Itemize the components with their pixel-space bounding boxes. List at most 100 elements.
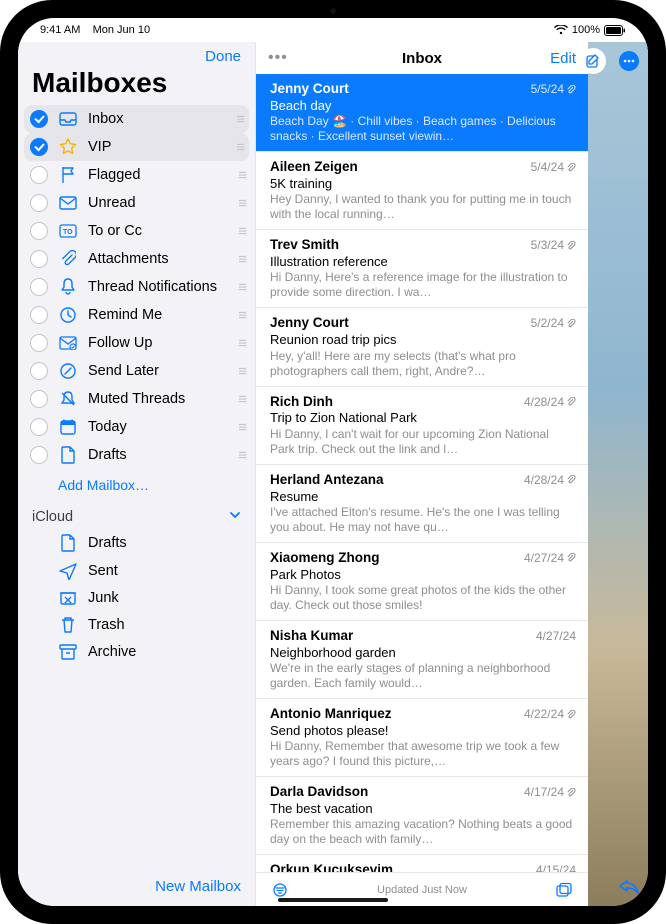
reorder-icon[interactable]: ≡	[238, 223, 245, 240]
mailbox-label: Remind Me	[88, 307, 228, 323]
checkbox-icon[interactable]	[30, 278, 48, 296]
message-from: Jenny Court	[270, 81, 349, 98]
filter-icon[interactable]	[270, 883, 290, 897]
message-item[interactable]: Xiaomeng Zhong4/27/24 Park PhotosHi Dann…	[256, 543, 588, 621]
remind-icon	[58, 306, 78, 324]
account-item-label: Junk	[88, 590, 245, 606]
mailbox-label: Attachments	[88, 251, 228, 267]
account-item-archive[interactable]: Archive	[18, 639, 255, 665]
mailbox-item-unread[interactable]: Unread≡	[18, 189, 255, 217]
mailbox-item-vip[interactable]: VIP≡	[24, 133, 249, 161]
compose-button[interactable]	[580, 48, 606, 74]
checkbox-icon[interactable]	[30, 250, 48, 268]
account-item-drafts2[interactable]: Drafts	[18, 529, 255, 557]
later-icon	[58, 362, 78, 380]
message-item[interactable]: Aileen Zeigen5/4/24 5K trainingHey Danny…	[256, 152, 588, 230]
checkbox-icon[interactable]	[30, 334, 48, 352]
reorder-icon[interactable]: ≡	[238, 335, 245, 352]
mailbox-item-later[interactable]: Send Later≡	[18, 357, 255, 385]
status-time: 9:41 AM	[40, 24, 80, 36]
message-list[interactable]: Jenny Court5/5/24 Beach dayBeach Day 🏖️ …	[256, 74, 588, 872]
checkbox-icon[interactable]	[30, 222, 48, 240]
mailbox-item-drafts[interactable]: Drafts≡	[18, 441, 255, 469]
checkbox-icon[interactable]	[30, 418, 48, 436]
battery-pct: 100%	[572, 24, 600, 36]
reorder-icon[interactable]: ≡	[238, 447, 245, 464]
account-item-sent[interactable]: Sent	[18, 557, 255, 585]
mailbox-item-attach[interactable]: Attachments ≡	[18, 245, 255, 273]
reorder-icon[interactable]: ≡	[238, 251, 245, 268]
message-item[interactable]: Herland Antezana4/28/24 ResumeI've attac…	[256, 465, 588, 543]
reorder-icon[interactable]: ≡	[238, 391, 245, 408]
follow-icon	[58, 336, 78, 350]
home-indicator[interactable]	[278, 898, 388, 902]
new-mailbox-button[interactable]: New Mailbox	[155, 878, 241, 895]
message-from: Aileen Zeigen	[270, 159, 358, 176]
message-subject: Beach day	[270, 98, 576, 114]
message-date: 4/15/24	[536, 863, 576, 872]
message-from: Darla Davidson	[270, 784, 368, 801]
ellipsis-circle-icon[interactable]	[616, 48, 642, 74]
account-item-junk[interactable]: Junk	[18, 585, 255, 611]
mailbox-item-follow[interactable]: Follow Up ≡	[18, 329, 255, 357]
message-item[interactable]: Nisha Kumar4/27/24Neighborhood gardenWe'…	[256, 621, 588, 699]
reorder-icon[interactable]: ≡	[238, 307, 245, 324]
mailbox-item-flagged[interactable]: Flagged≡	[18, 161, 255, 189]
add-mailbox-button[interactable]: Add Mailbox…	[18, 469, 255, 505]
more-icon[interactable]: •••	[268, 49, 288, 67]
mailbox-label: Inbox	[88, 111, 226, 127]
account-item-label: Trash	[88, 617, 245, 633]
message-preview-strip	[588, 42, 648, 906]
message-item[interactable]: Darla Davidson4/17/24 The best vacationR…	[256, 777, 588, 855]
mailbox-item-remind[interactable]: Remind Me ≡	[18, 301, 255, 329]
reorder-icon[interactable]: ≡	[238, 419, 245, 436]
account-header[interactable]: iCloud	[18, 505, 255, 529]
reorder-icon[interactable]: ≡	[238, 195, 245, 212]
mailbox-item-inbox[interactable]: Inbox ≡	[24, 105, 249, 133]
checkbox-icon[interactable]	[30, 306, 48, 324]
message-subject: The best vacation	[270, 801, 576, 817]
message-from: Herland Antezana	[270, 472, 384, 489]
checkbox-icon[interactable]	[30, 110, 48, 128]
account-item-trash[interactable]: Trash	[18, 611, 255, 639]
reorder-icon[interactable]: ≡	[238, 363, 245, 380]
battery-icon	[604, 25, 626, 36]
message-subject: Neighborhood garden	[270, 645, 576, 661]
message-date: 4/28/24	[524, 473, 576, 488]
message-item[interactable]: Trev Smith5/3/24 Illustration referenceH…	[256, 230, 588, 308]
reorder-icon[interactable]: ≡	[236, 139, 243, 156]
mailbox-item-tocc[interactable]: TOTo or Cc≡	[18, 217, 255, 245]
sidebar-title: Mailboxes	[18, 65, 255, 105]
mailbox-item-thread[interactable]: Thread Notifications≡	[18, 273, 255, 301]
checkbox-icon[interactable]	[30, 390, 48, 408]
checkbox-icon[interactable]	[30, 138, 48, 156]
updated-label: Updated Just Now	[290, 884, 554, 896]
checkbox-icon[interactable]	[30, 166, 48, 184]
attach-icon	[58, 250, 78, 268]
reorder-icon[interactable]: ≡	[236, 111, 243, 128]
message-item[interactable]: Rich Dinh4/28/24 Trip to Zion National P…	[256, 387, 588, 465]
message-subject: Illustration reference	[270, 254, 576, 270]
checkbox-icon[interactable]	[30, 194, 48, 212]
message-item[interactable]: Jenny Court5/2/24 Reunion road trip pics…	[256, 308, 588, 386]
mailbox-label: Follow Up	[88, 335, 228, 351]
reorder-icon[interactable]: ≡	[238, 167, 245, 184]
mailbox-item-today[interactable]: Today ≡	[18, 413, 255, 441]
mailbox-item-muted[interactable]: Muted Threads≡	[18, 385, 255, 413]
flagged-icon	[58, 166, 78, 184]
drafts-icon	[58, 446, 78, 464]
message-item[interactable]: Jenny Court5/5/24 Beach dayBeach Day 🏖️ …	[256, 74, 588, 152]
account-name: iCloud	[32, 509, 73, 525]
message-preview: Hey, y'all! Here are my selects (that's …	[270, 349, 576, 379]
message-item[interactable]: Antonio Manriquez4/22/24 Send photos ple…	[256, 699, 588, 777]
checkbox-icon[interactable]	[30, 362, 48, 380]
reorder-icon[interactable]: ≡	[238, 279, 245, 296]
stack-icon[interactable]	[554, 882, 574, 898]
edit-button[interactable]: Edit	[550, 50, 576, 67]
checkbox-icon[interactable]	[30, 446, 48, 464]
done-button[interactable]: Done	[205, 48, 241, 65]
reply-button[interactable]	[618, 877, 640, 900]
mailbox-label: Today	[88, 419, 228, 435]
message-item[interactable]: Orkun Kucuksevim4/15/24Day trip ideaHell…	[256, 855, 588, 872]
message-preview: Hi Danny, Remember that awesome trip we …	[270, 739, 576, 769]
